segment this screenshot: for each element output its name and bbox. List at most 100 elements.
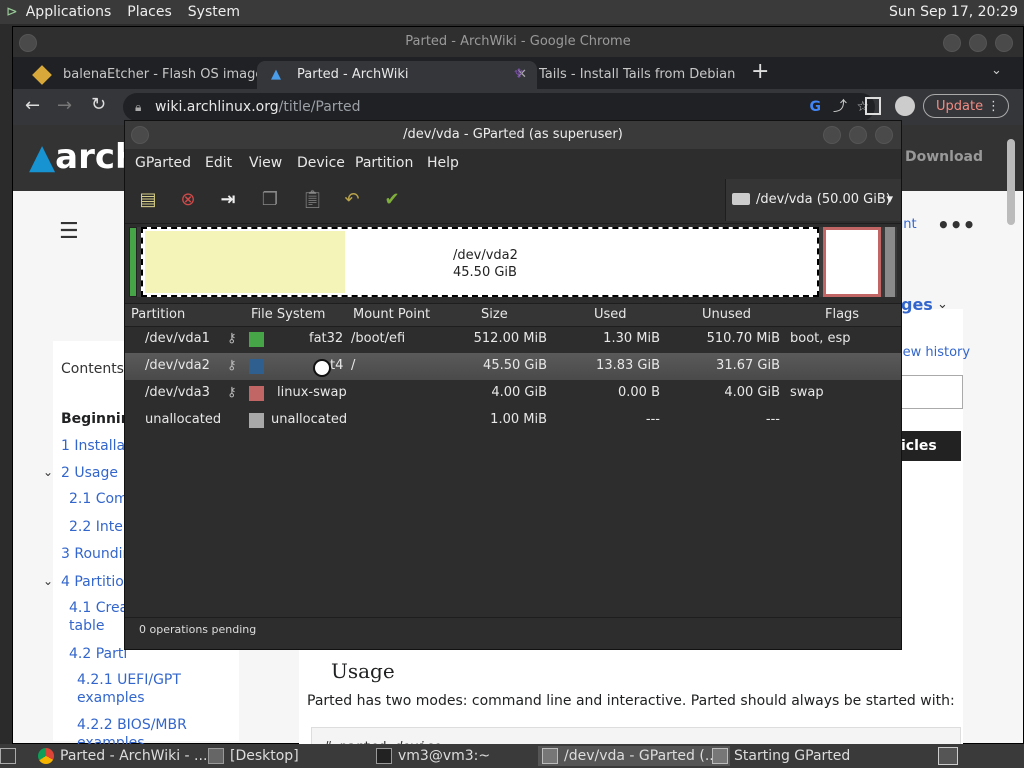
menu-edit[interactable]: Edit (205, 155, 232, 171)
menu-partition[interactable]: Partition (355, 155, 413, 171)
share-icon[interactable]: ⤴ (833, 93, 847, 121)
delete-icon[interactable]: ⊗ (177, 189, 199, 211)
toc-item[interactable]: 2 Usage (61, 465, 118, 481)
kebab-menu-icon: ⋮ (987, 99, 1000, 114)
partition-block-vda1[interactable] (129, 227, 137, 297)
taskbar-item-gparted[interactable]: /dev/vda - GParted (... (538, 746, 730, 766)
profile-avatar-icon[interactable] (895, 96, 915, 116)
maximize-button[interactable] (849, 126, 867, 144)
toc-item[interactable]: examples (77, 690, 145, 706)
address-bar[interactable]: 🔒︎ wiki.archlinux.org/title/Parted G ⤴ ☆ (123, 93, 875, 121)
toc-item[interactable]: 4 Partition (61, 574, 133, 590)
paste-icon[interactable]: 📋︎ (301, 189, 324, 211)
new-partition-icon[interactable]: ▤ (137, 189, 159, 211)
toc-item[interactable]: 4.2.1 UEFI/GPT (77, 672, 181, 688)
window-menu-button[interactable] (131, 126, 149, 144)
back-icon[interactable]: ← (25, 95, 40, 116)
close-button[interactable] (995, 34, 1013, 52)
column-used[interactable]: Used (594, 307, 627, 322)
search-input[interactable] (901, 375, 963, 409)
taskbar-item-starting-gparted[interactable]: Starting GParted (708, 746, 914, 766)
menu-view[interactable]: View (249, 155, 282, 171)
taskbar-item-desktop[interactable]: [Desktop] (204, 746, 350, 766)
fs-color-swatch (249, 413, 264, 428)
menu-device[interactable]: Device (297, 155, 345, 171)
copy-icon[interactable]: ❐ (259, 189, 281, 211)
tab-tails[interactable]: ♆ Tails - Install Tails from Debian (499, 61, 749, 89)
key-icon: ⚷ (227, 331, 237, 346)
hamburger-menu-icon[interactable]: ☰ (59, 219, 79, 244)
applications-menu[interactable]: Applications (18, 4, 120, 20)
column-mountpoint[interactable]: Mount Point (353, 307, 430, 322)
table-row[interactable]: /dev/vda3 ⚷ linux-swap 4.00 GiB 0.00 B 4… (125, 380, 901, 407)
column-partition[interactable]: Partition (131, 307, 185, 322)
apply-icon[interactable]: ✔ (381, 189, 403, 211)
window-title: /dev/vda - GParted (as superuser) (403, 127, 623, 142)
places-menu[interactable]: Places (119, 4, 180, 20)
google-icon[interactable]: G (810, 93, 822, 121)
side-panel-icon[interactable] (865, 97, 881, 115)
chevron-down-icon[interactable]: ⌄ (43, 465, 53, 479)
minimize-button[interactable] (943, 34, 961, 52)
url-path: /title/Parted (278, 99, 361, 115)
disk-graphic: /dev/vda2 45.50 GiB (129, 227, 897, 297)
toc-item[interactable]: 2.2 Inter (69, 519, 129, 535)
toc-item[interactable]: 2.1 Com (69, 491, 128, 507)
chrome-titlebar: Parted - ArchWiki - Google Chrome (13, 27, 1023, 57)
toc-item[interactable]: 1 Installat (61, 438, 131, 454)
maximize-button[interactable] (969, 34, 987, 52)
table-row[interactable]: /dev/vda2 ⚷ t4 / 45.50 GiB 13.83 GiB 31.… (125, 353, 901, 380)
menu-help[interactable]: Help (427, 155, 459, 171)
window-menu-button[interactable] (19, 34, 37, 52)
view-history-link[interactable]: iew history (899, 345, 970, 360)
taskbar-item-chrome[interactable]: Parted - ArchWiki - ... (34, 746, 220, 766)
toc-item[interactable]: 4.1 Crea (69, 600, 128, 616)
more-options-icon[interactable]: ••• (937, 213, 975, 237)
update-button[interactable]: Update ⋮ (923, 94, 1009, 118)
toc-item[interactable]: 4.2.2 BIOS/MBR (77, 717, 187, 733)
partition-block-unallocated[interactable] (885, 227, 895, 297)
tab-archwiki[interactable]: ▲ Parted - ArchWiki ✕ (257, 61, 537, 89)
download-link[interactable]: Download (905, 149, 983, 165)
partition-block-vda2[interactable]: /dev/vda2 45.50 GiB (141, 227, 819, 297)
toc-item[interactable]: 3 Roundin (61, 546, 131, 562)
toc-item[interactable]: table (69, 618, 104, 634)
column-size[interactable]: Size (481, 307, 508, 322)
fs-color-swatch (249, 332, 264, 347)
column-filesystem[interactable]: File System (251, 307, 325, 322)
languages-button[interactable]: ges (901, 295, 933, 314)
table-row[interactable]: unallocated unallocated 1.00 MiB --- --- (125, 407, 901, 434)
undo-icon[interactable]: ↶ (341, 189, 363, 211)
partition-block-vda3[interactable] (823, 227, 881, 297)
gparted-titlebar: /dev/vda - GParted (as superuser) (125, 121, 901, 149)
filesystem: t4 (330, 358, 344, 373)
menu-logo-icon[interactable]: ⊳ (6, 4, 18, 20)
forward-icon[interactable]: → (57, 95, 72, 116)
show-desktop-icon[interactable] (0, 748, 16, 764)
minimize-button[interactable] (823, 126, 841, 144)
device-selector[interactable]: /dev/vda (50.00 GiB) ▾ (725, 179, 901, 221)
workspace-switcher[interactable] (938, 747, 958, 765)
system-menu[interactable]: System (180, 4, 248, 20)
tab-search-icon[interactable]: ⌄ (991, 63, 1002, 78)
chevron-down-icon[interactable]: ⌄ (937, 297, 948, 312)
partition-name: /dev/vda3 (145, 385, 210, 400)
chevron-down-icon[interactable]: ⌄ (43, 574, 53, 588)
table-row[interactable]: /dev/vda1 ⚷ fat32 /boot/efi 512.00 MiB 1… (125, 326, 901, 353)
scrollbar[interactable] (1007, 139, 1015, 225)
taskbar-item-terminal[interactable]: vm3@vm3:~ (372, 746, 528, 766)
close-button[interactable] (875, 126, 893, 144)
new-tab-button[interactable]: + (751, 59, 769, 84)
gparted-window: /dev/vda - GParted (as superuser) GParte… (124, 120, 902, 650)
resize-move-icon[interactable]: ⇥ (217, 189, 239, 211)
unused: 510.70 MiB (706, 331, 780, 346)
mount-point: /boot/efi (351, 331, 406, 346)
column-flags[interactable]: Flags (825, 307, 859, 322)
menu-gparted[interactable]: GParted (135, 155, 191, 171)
arch-logo[interactable]: ▲arch (29, 137, 139, 177)
clock[interactable]: Sun Sep 17, 20:29 (889, 4, 1018, 20)
column-unused[interactable]: Unused (702, 307, 751, 322)
toc-item[interactable]: 4.2 Parti (69, 646, 127, 662)
reload-icon[interactable]: ↻ (91, 94, 106, 115)
tab-balenaetcher[interactable]: balenaEtcher - Flash OS image (23, 61, 275, 89)
